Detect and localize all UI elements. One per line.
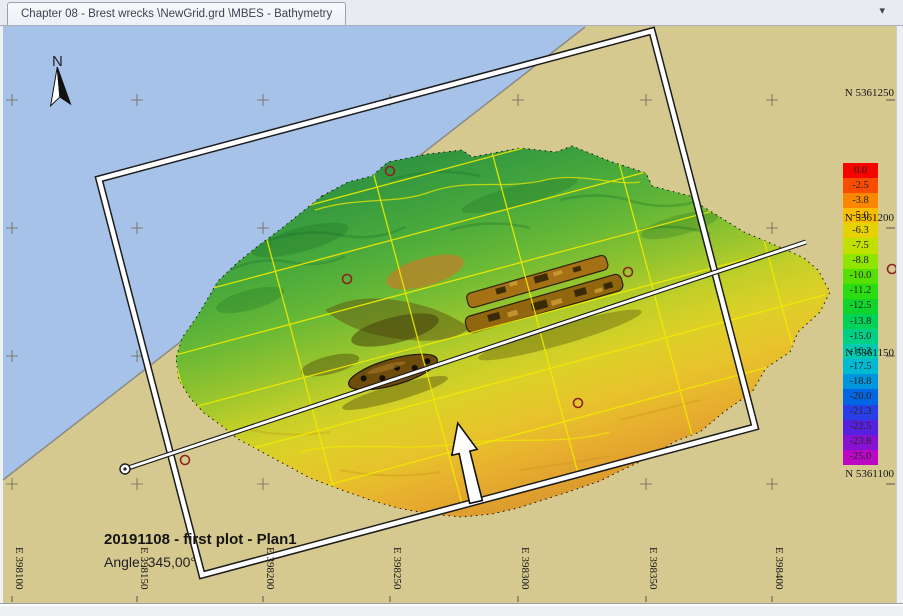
plot-title: 20191108 - first plot - Plan1 (104, 531, 297, 548)
legend-depth-value: -13.8 (843, 316, 878, 327)
north-coordinate-label: N 5361250 (845, 87, 894, 99)
legend-depth-value: 0.0 (843, 165, 878, 176)
tab-mbes-bathymetry[interactable]: Chapter 08 - Brest wrecks \NewGrid.grd \… (7, 2, 346, 25)
tab-bar: Chapter 08 - Brest wrecks \NewGrid.grd \… (0, 0, 903, 26)
legend-depth-value: -10.0 (843, 270, 878, 281)
east-coordinate-label: E 398200 (264, 547, 276, 589)
window-border-bottom (0, 603, 903, 616)
map-viewport[interactable]: N (0, 0, 903, 616)
legend-depth-value: -21.3 (843, 406, 878, 417)
legend-depth-value: -17.5 (843, 361, 878, 372)
east-coordinate-label: E 398400 (773, 547, 785, 589)
legend-depth-value: -18.8 (843, 376, 878, 387)
application-window: N 0.0-2.5-3.8-5.0-6.3-7.5-8.8-10.0-11.2-… (0, 0, 903, 616)
north-coordinate-label: N 5361100 (845, 468, 894, 480)
legend-depth-value: -7.5 (843, 240, 878, 251)
legend-depth-value: -25.0 (843, 451, 878, 462)
legend-depth-value: -3.8 (843, 195, 878, 206)
east-coordinate-label: E 398150 (138, 547, 150, 589)
legend-depth-value: -22.5 (843, 421, 878, 432)
east-coordinate-label: E 398100 (13, 547, 25, 589)
legend-depth-value: -20.0 (843, 391, 878, 402)
east-coordinate-label: E 398250 (391, 547, 403, 589)
legend-depth-value: -6.3 (843, 225, 878, 236)
legend-depth-value: -23.8 (843, 436, 878, 447)
plot-angle: Angle: 345,00° (104, 554, 196, 570)
tab-list-dropdown-icon[interactable]: ▾ (879, 4, 885, 17)
north-coordinate-label: N 5361200 (845, 212, 894, 224)
east-coordinate-label: E 398350 (647, 547, 659, 589)
legend-depth-value: -8.8 (843, 255, 878, 266)
legend-depth-value: -2.5 (843, 180, 878, 191)
legend-depth-value: -11.2 (843, 285, 878, 296)
east-coordinate-label: E 398300 (519, 547, 531, 589)
legend-depth-value: -12.5 (843, 300, 878, 311)
north-coordinate-label: N 5361150 (845, 347, 894, 359)
window-border-left (0, 26, 3, 616)
window-border-right (896, 26, 903, 616)
legend-depth-value: -15.0 (843, 331, 878, 342)
depth-color-legend: 0.0-2.5-3.8-5.0-6.3-7.5-8.8-10.0-11.2-12… (843, 163, 878, 465)
